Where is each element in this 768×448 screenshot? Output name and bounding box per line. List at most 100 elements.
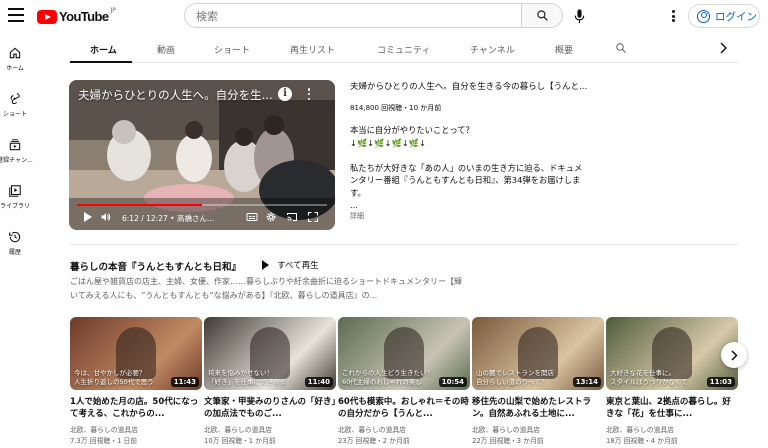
thumbnail-caption: 大好きな花を仕事に。 スタイルはうつりかなくて	[610, 369, 688, 386]
thumbnail-caption: 将来を悩みがせない！ 「好き」を仕事にできるま	[208, 369, 286, 386]
sidebar-item-subscriptions[interactable]: 登録チャン...	[0, 138, 33, 164]
featured-video-meta: 814,800 回視聴・10 か月前	[350, 104, 442, 112]
video-meta: 7.3万 回視聴・1 日前	[70, 437, 138, 445]
tab-shorts[interactable]: ショート	[214, 43, 250, 56]
thumbnail-caption: 今は、甘やかしが必要？ 人生折り返しの50代で思う	[74, 369, 154, 386]
library-icon	[9, 185, 21, 197]
shorts-icon	[10, 93, 20, 105]
logo-region: JP	[110, 7, 116, 14]
chevron-right-icon[interactable]	[718, 42, 728, 54]
volume-icon[interactable]	[100, 211, 112, 223]
duration-badge: 11:40	[304, 377, 333, 387]
tab-videos[interactable]: 動画	[157, 43, 175, 56]
channel-name[interactable]: 北欧、暮らしの道具店	[70, 424, 202, 434]
player-overlay-title: 夫婦からひとりの人生へ。自分を生...	[78, 88, 273, 102]
video-meta: 23万 回視聴・2 か月前	[338, 437, 410, 445]
video-card[interactable]: 今は、甘やかしが必要？ 人生折り返しの50代で思う 11:43 1人で始めた月の店。…	[70, 317, 202, 445]
video-thumbnail[interactable]: これからの人生どう生きたい？ 60代主婦のおしゃれの楽し 10:54	[338, 317, 470, 390]
more-vert-icon[interactable]	[307, 88, 311, 100]
shelf-title[interactable]: 暮らしの本音『うんともすんとも日和』	[70, 259, 241, 273]
tab-home[interactable]: ホーム	[90, 43, 117, 56]
account-icon	[697, 9, 710, 23]
channel-name[interactable]: 北欧、暮らしの道具店	[606, 424, 738, 434]
video-card[interactable]: 山の麓でレストランを開店 自分らしい道のりって？ 13:14 移住先の山梨で始めたレ…	[472, 317, 604, 445]
video-thumbnail[interactable]: 将来を悩みがせない！ 「好き」を仕事にできるま 11:40	[204, 317, 336, 390]
channel-name[interactable]: 北欧、暮らしの道具店	[204, 424, 336, 434]
video-thumbnail[interactable]: 今は、甘やかしが必要？ 人生折り返しの50代で思う 11:43	[70, 317, 202, 390]
logo-text: YouTube	[59, 9, 109, 24]
progress-bar[interactable]	[77, 204, 327, 206]
play-icon	[262, 260, 269, 270]
video-meta: 22万 回視聴・3 か月前	[472, 437, 544, 445]
thumbnail-caption: 山の麓でレストランを開店 自分らしい道のりって？	[476, 369, 554, 386]
video-thumbnail[interactable]: 山の麓でレストランを開店 自分らしい道のりって？ 13:14	[472, 317, 604, 390]
youtube-logo[interactable]: YouTube JP	[37, 7, 116, 24]
masthead: YouTube JP 検索 ログイン	[0, 0, 768, 34]
tab-about[interactable]: 概要	[555, 43, 573, 56]
player-controls: 6:12 / 12:27 • 高橋さん...	[69, 208, 335, 228]
login-label: ログイン	[715, 10, 757, 23]
tab-channels[interactable]: チャンネル	[470, 43, 515, 56]
chevron-right-icon	[731, 349, 738, 361]
subtitles-icon[interactable]	[246, 211, 258, 223]
video-title[interactable]: 移住先の山梨で始めたレストラン。自然あふれる土地に...	[472, 396, 604, 420]
active-tab-indicator	[70, 61, 132, 63]
duration-badge: 13:14	[572, 377, 601, 387]
video-title[interactable]: 文筆家・甲斐みのりさんの「好き」の加点法でものご...	[204, 396, 336, 420]
play-all-button[interactable]: すべて再生	[262, 259, 319, 271]
sidebar-item-label: 履歴	[8, 249, 21, 256]
menu-icon[interactable]	[8, 8, 24, 22]
play-icon[interactable]	[83, 211, 93, 223]
tab-playlists[interactable]: 再生リスト	[290, 43, 335, 56]
play-all-label: すべて再生	[277, 261, 319, 271]
video-card[interactable]: 将来を悩みがせない！ 「好き」を仕事にできるま 11:40 文筆家・甲斐みのりさんの…	[204, 317, 336, 445]
settings-menu-icon[interactable]	[670, 8, 676, 24]
video-title[interactable]: 東京と葉山、2拠点の暮らし。好きな「花」を仕事に...	[606, 396, 738, 420]
thumbnail-caption: これからの人生どう生きたい？ 60代主婦のおしゃれの楽し	[342, 369, 433, 386]
channel-name[interactable]: 北欧、暮らしの道具店	[472, 424, 604, 434]
search-icon[interactable]	[615, 42, 627, 54]
sidebar-item-shorts[interactable]: ショート	[0, 92, 30, 118]
search-input[interactable]: 検索	[184, 3, 521, 28]
video-card[interactable]: これからの人生どう生きたい？ 60代主婦のおしゃれの楽し 10:54 60代も模索中…	[338, 317, 470, 445]
search-button[interactable]	[521, 3, 563, 28]
sidebar-item-home[interactable]: ホーム	[0, 46, 30, 72]
settings-icon[interactable]	[265, 211, 277, 223]
section-divider	[70, 244, 738, 245]
featured-video-title[interactable]: 夫婦からひとりの人生へ。自分を生きる今の暮らし【うんと...	[350, 80, 745, 92]
history-icon	[9, 231, 21, 243]
cast-icon[interactable]	[286, 211, 298, 223]
shelf-next-button[interactable]	[721, 342, 747, 368]
channel-name[interactable]: 北欧、暮らしの道具店	[338, 424, 470, 434]
search-icon	[536, 10, 548, 21]
mic-icon	[574, 8, 584, 23]
featured-video-description: 本当に自分がやりたいことって？ ↓🌿↓🌿↓🌿↓🌿↓ 私たちが大好きな「あの人」の…	[350, 125, 583, 210]
sidebar-item-label: ショート	[2, 111, 27, 118]
sidebar-item-label: ホーム	[6, 65, 24, 72]
video-meta: 10万 回視聴・1 か月前	[204, 437, 276, 445]
sidebar-item-library[interactable]: ライブラリ	[0, 184, 30, 210]
youtube-play-icon	[37, 9, 57, 24]
sidebar-item-label: 登録チャン...	[0, 157, 33, 164]
shelf-description: ごはん屋や雑貨店の店主、主婦、女優、作家……暮らしぶりや紆余曲折に迫るショートド…	[70, 277, 462, 300]
video-card[interactable]: 大好きな花を仕事に。 スタイルはうつりかなくて 11:03 東京と葉山、2拠点の暮ら…	[606, 317, 738, 445]
voice-search-button[interactable]	[572, 8, 586, 24]
duration-badge: 11:03	[706, 377, 735, 387]
sidebar-item-history[interactable]: 履歴	[0, 230, 30, 256]
search-placeholder: 検索	[196, 9, 218, 23]
home-icon	[9, 47, 21, 59]
fullscreen-icon[interactable]	[307, 211, 319, 223]
video-meta: 18万 回視聴・4 か月前	[606, 437, 678, 445]
video-thumbnail[interactable]: 大好きな花を仕事に。 スタイルはうつりかなくて 11:03	[606, 317, 738, 390]
tab-community[interactable]: コミュニティ	[377, 43, 430, 56]
login-button[interactable]: ログイン	[688, 4, 760, 28]
video-title[interactable]: 60代も模索中。おしゃれ＝その時の自分だから【うんと...	[338, 396, 470, 420]
duration-badge: 10:54	[438, 377, 467, 387]
duration-badge: 11:43	[170, 377, 199, 387]
video-title[interactable]: 1人で始めた月の店。50代になって考える、これからの...	[70, 396, 202, 420]
description-more-link[interactable]: 詳細	[350, 211, 364, 221]
time-display: 6:12 / 12:27 • 高橋さん...	[122, 214, 215, 223]
info-icon[interactable]: i	[278, 87, 292, 101]
featured-video-player[interactable]: 夫婦からひとりの人生へ。自分を生... i 6:12 / 12:27 • 高橋さ…	[69, 80, 335, 230]
subscriptions-icon	[9, 139, 21, 151]
